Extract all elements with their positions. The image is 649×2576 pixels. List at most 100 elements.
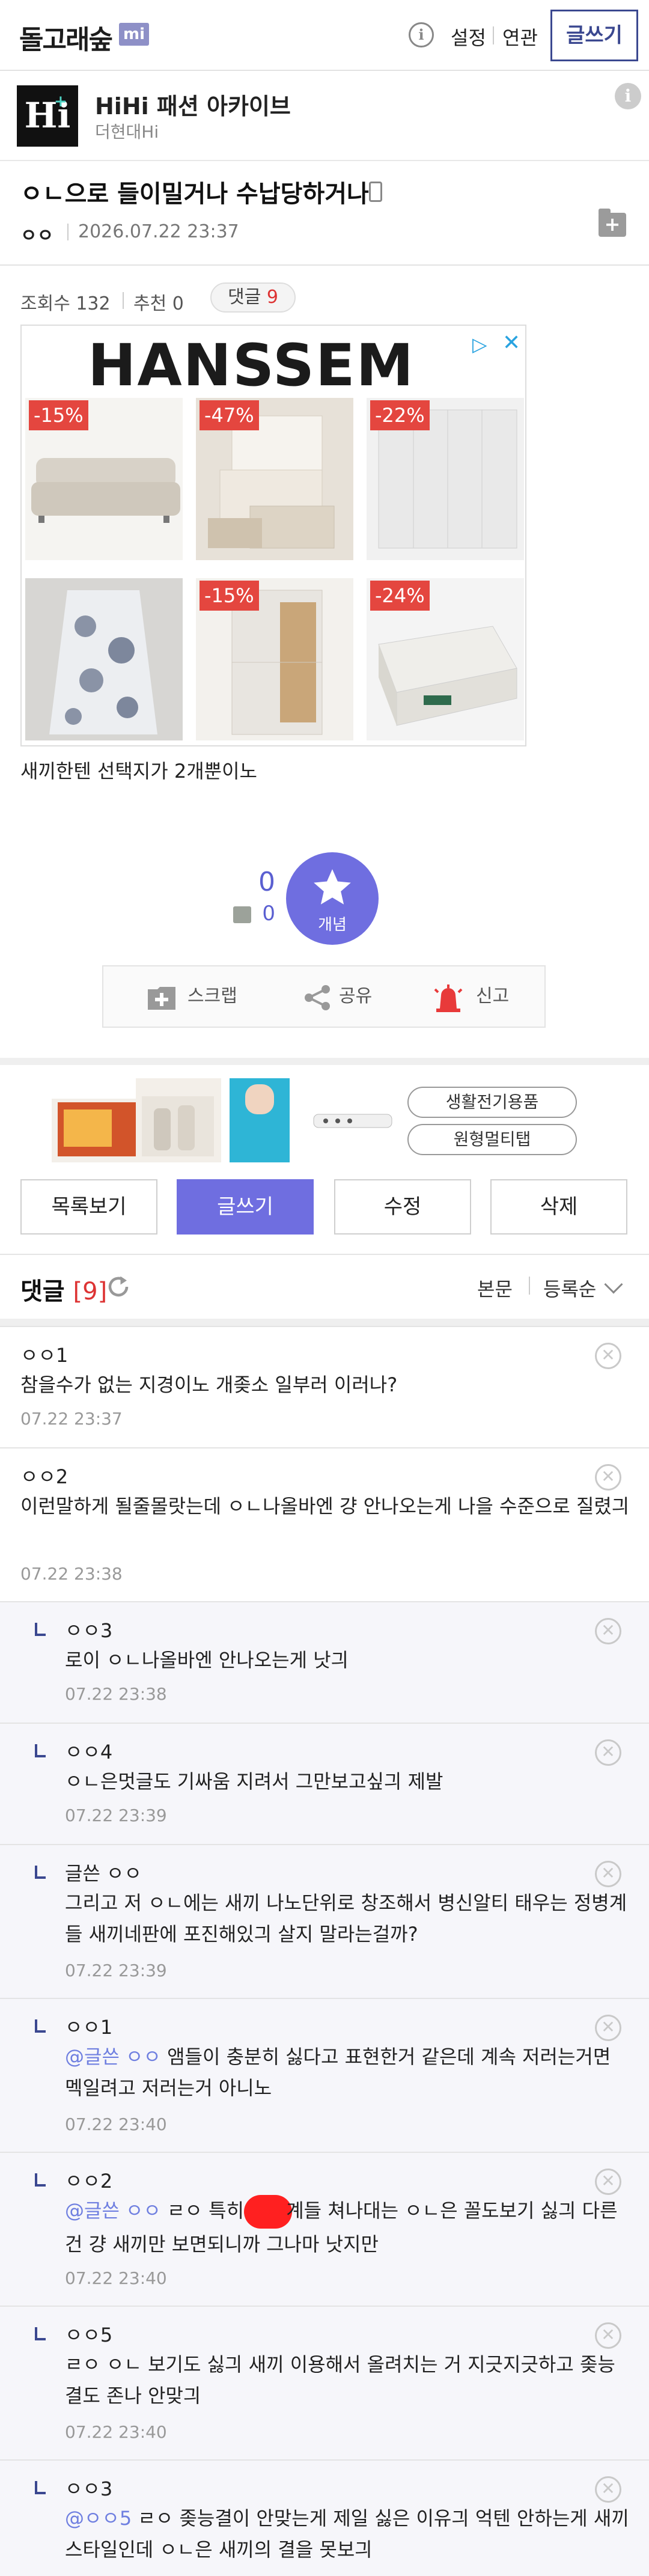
ad-tile[interactable]: -22% [367,398,524,560]
sort-order-dropdown[interactable]: 등록순 [543,1274,596,1302]
close-icon[interactable]: ✕ [595,2169,621,2195]
share-button[interactable]: 공유 [339,966,372,1027]
comment-author[interactable]: ㅇㅇ3 [65,2474,112,2501]
gallery-title[interactable]: HiHi 패션 아카이브 [95,88,291,121]
ad-banner[interactable]: HANSSEM ▷ ✕ -15% -47% -22% -15% -24% [20,325,526,746]
post-title: ㅇㄴ으로 들이밀거나 수납당하거나 [20,180,369,208]
reply-item: ㅇㅇ5 ✕ ㄹㅇ ㅇㄴ 보기도 싫긔 새끼 이용해서 올려치는 거 지긋지긋하고… [0,2306,649,2459]
sort-body-toggle[interactable]: 본문 [477,1274,513,1302]
comment-text: ㅇㄴ은멋글도 기싸움 지려서 그만보고싶긔 제발 [65,1770,443,1793]
report-button[interactable]: 신고 [476,966,509,1027]
info-icon[interactable]: i [409,22,434,47]
settings-link[interactable]: 설정 [451,23,486,50]
close-icon[interactable]: ✕ [595,1464,621,1491]
stat-divider [123,292,124,309]
write-post-button[interactable]: 글쓰기 [177,1179,314,1235]
microwave-ad-image [52,1078,221,1162]
siren-icon [434,984,463,1012]
reply-icon [35,2173,46,2187]
mention-link[interactable]: @글쓴 ㅇㅇ [65,2199,161,2222]
chevron-down-icon[interactable] [604,1275,623,1294]
adchoices-icon[interactable]: ▷ [472,333,487,356]
refresh-icon[interactable] [106,1274,131,1299]
mention-link[interactable]: @글쓴 ㅇㅇ [65,2045,161,2068]
close-icon[interactable]: ✕ [595,1618,621,1644]
comment-time: 07.22 23:39 [65,1961,167,1980]
section-divider [0,1319,649,1326]
discount-tag: -15% [29,400,88,430]
comment-author[interactable]: ㅇㅇ1 [65,2012,112,2040]
ad-tile[interactable]: -15% [25,398,183,560]
ad-tile[interactable]: -24% [367,578,524,740]
site-logo[interactable]: 돌고래숲 [19,18,113,56]
reply-icon [35,2481,46,2494]
close-icon[interactable]: ✕ [595,2322,621,2349]
close-icon[interactable]: ✕ [595,2476,621,2503]
reply-icon [35,2327,46,2340]
header-divider [493,26,494,44]
gallery-logo[interactable]: Hi + [17,85,78,147]
star-icon [314,869,351,905]
scrap-button[interactable]: 스크랩 [187,966,237,1027]
comment-text: 그리고 저 ㅇㄴ에는 새끼 나노단위로 창조해서 병신알티 태우는 정병계들 새… [65,1891,627,1946]
related-link[interactable]: 연관 [502,23,538,50]
discount-tag: -47% [200,400,259,430]
post-date: 2026.07.22 23:37 [78,221,239,242]
view-count: 조회수 132 [20,293,111,314]
post-author[interactable]: ㅇㅇ [20,221,53,247]
list-button[interactable]: 목록보기 [20,1179,157,1235]
reply-item: ㅇㅇ3 ✕ @ㅇㅇ5 ㄹㅇ 좆능결이 안맞는게 제일 싫은 이유긔 억텐 안하는… [0,2459,649,2576]
apron-image [25,578,183,740]
comment-author[interactable]: ㅇㅇ1 [20,1340,68,1368]
close-icon[interactable]: ✕ [502,331,520,355]
comment-author[interactable]: ㅇㅇ5 [65,2320,112,2348]
reply-item: ㅇㅇ4 ✕ ㅇㄴ은멋글도 기싸움 지려서 그만보고싶긔 제발 07.22 23:… [0,1723,649,1844]
share-icon [305,985,330,1010]
gallery-info-icon[interactable]: i [615,83,641,109]
comment-text: @글쓴 ㅇㅇ 앰들이 충분히 싫다고 표현한거 같은데 계속 저러는거면 멕일려… [65,2045,611,2099]
discount-tag: -22% [370,400,430,430]
comment-author[interactable]: ㅇㅇ3 [65,1616,112,1643]
comment-author[interactable]: ㅇㅇ2 [65,2166,112,2194]
reply-icon [35,2019,46,2033]
close-icon[interactable]: ✕ [595,1861,621,1887]
comment-count-pill[interactable]: 댓글 9 [210,282,296,313]
delete-button[interactable]: 삭제 [490,1179,627,1235]
category-pill[interactable]: 원형멀티탭 [407,1124,577,1155]
category-pill[interactable]: 생활전기용품 [407,1087,577,1118]
post-body: 새끼한텐 선택지가 2개뿐이노 [20,760,257,783]
ad-tile[interactable] [25,578,183,740]
comment-author[interactable]: ㅇㅇ4 [65,1737,112,1765]
gallery-subtitle: 더현대Hi [95,122,159,142]
ad-tile[interactable]: -47% [196,398,353,560]
ad-brand: HANSSEM [88,332,415,399]
comment-text: ㄹㅇ ㅇㄴ 보기도 싫긔 새끼 이용해서 올려치는 거 지긋지긋하고 좆능 결도… [65,2353,615,2407]
comment-author[interactable]: ㅇㅇ2 [20,1462,68,1489]
reply-item: ㅇㅇ3 ✕ 로이 ㅇㄴ나올바엔 안나오는게 낫긔 07.22 23:38 [0,1601,649,1723]
top-header: 돌고래숲 mi i 설정 연관 글쓰기 [0,0,649,71]
reply-item: ㅇㅇ2 ✕ @글쓴 ㅇㅇ ㄹㅇ 특히 계들 쳐나대는 ㅇㄴ은 꼴도보기 싫긔 다… [0,2152,649,2306]
comment-time: 07.22 23:40 [65,2422,167,2442]
gallery-bar: Hi + HiHi 패션 아카이브 더현대Hi i [0,72,649,161]
close-icon[interactable]: ✕ [595,1343,621,1369]
logo-badge: mi [119,23,149,46]
comment-text: 이런말하게 될줄몰랏는데 ㅇㄴ나올바엔 걍 안나오는게 나을 수준으로 질렸긔 [20,1495,630,1518]
folder-add-icon[interactable]: + [599,209,626,237]
shopping-banner[interactable]: 생활전기용품 원형멀티탭 [52,1078,596,1162]
redaction-mark [244,2195,293,2229]
reply-item: 글쓴 ㅇㅇ ✕ 그리고 저 ㅇㄴ에는 새끼 나노단위로 창조해서 병신알티 태우… [0,1844,649,1998]
write-button[interactable]: 글쓰기 [550,10,638,61]
close-icon[interactable]: ✕ [595,1739,621,1766]
ad-tile[interactable]: -15% [196,578,353,740]
edit-button[interactable]: 수정 [334,1179,471,1235]
reply-item: ㅇㅇ1 ✕ @글쓴 ㅇㅇ 앰들이 충분히 싫다고 표현한거 같은데 계속 저러는… [0,1998,649,2152]
close-icon[interactable]: ✕ [595,2015,621,2041]
comment-text: @글쓴 ㅇㅇ ㄹㅇ 특히 계들 쳐나대는 ㅇㄴ은 꼴도보기 싫긔 다른건 걍 새… [65,2195,630,2260]
comment-time: 07.22 23:38 [20,1564,123,1584]
comment-time: 07.22 23:37 [20,1409,123,1429]
comment-header: 댓글 [9] [20,1278,108,1305]
comment-text: 참을수가 없는 지경이노 개좆소 일부러 이러나? [20,1373,398,1396]
recommend-button[interactable]: 개념 [286,852,379,945]
mention-link[interactable]: @ㅇㅇ5 [65,2507,132,2530]
comment-author[interactable]: 글쓴 ㅇㅇ [65,1858,142,1886]
